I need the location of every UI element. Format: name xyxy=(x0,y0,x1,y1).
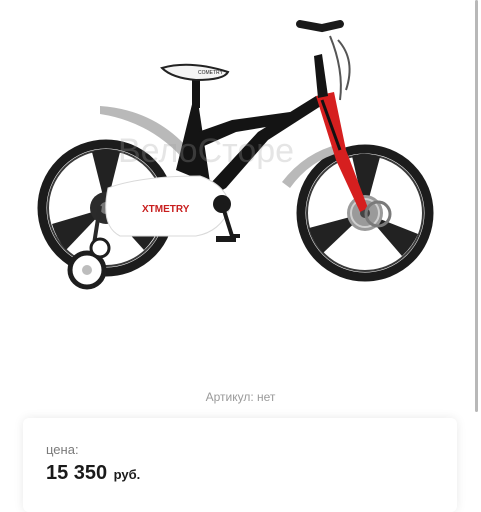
price-row: 15 350 руб. xyxy=(46,462,140,485)
price-card: цена: 15 350 руб. xyxy=(23,418,457,512)
product-image[interactable]: COMETRY XTMETRY ВелоСторе xyxy=(0,0,481,380)
price-currency: руб. xyxy=(113,467,141,482)
scrollbar[interactable] xyxy=(475,0,478,412)
price-value: 15 350 xyxy=(46,462,108,484)
frame-brand-text: XTMETRY xyxy=(142,204,190,215)
seat-brand-text: COMETRY xyxy=(198,70,224,76)
sku-text: Артикул: нет xyxy=(205,390,276,404)
bicycle-illustration: COMETRY XTMETRY ВелоСторе xyxy=(37,20,434,290)
product-page: COMETRY XTMETRY ВелоСторе Артикул: нет ц… xyxy=(0,0,481,512)
handlebar xyxy=(296,20,351,101)
seat: COMETRY xyxy=(160,63,230,82)
watermark-text: ВелоСторе xyxy=(118,132,294,170)
price-label: цена: xyxy=(46,442,79,457)
